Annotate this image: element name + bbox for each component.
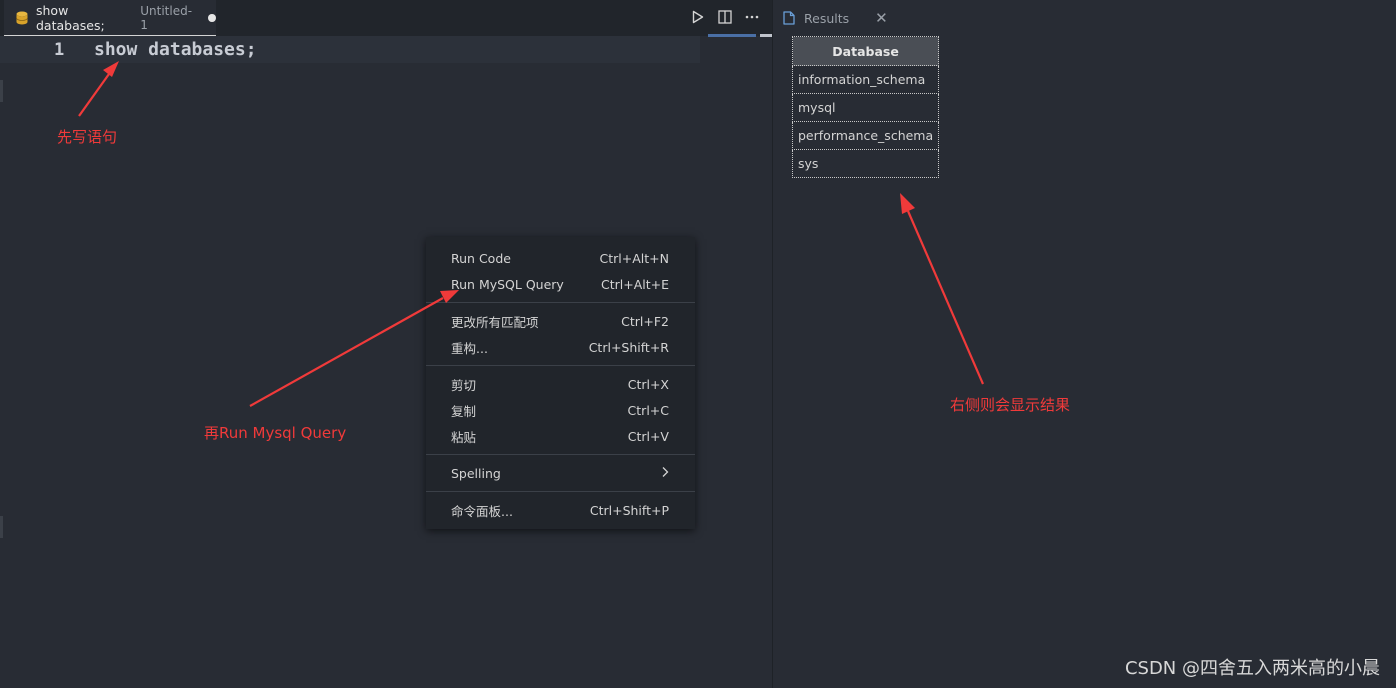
watermark: CSDN @四舍五入两米高的小晨 (1124, 658, 1380, 679)
annotation-label: 再Run Mysql Query (204, 424, 347, 442)
annotation-label: 右侧则会显示结果 (950, 396, 1071, 414)
annotation-arrow (78, 61, 119, 117)
annotation-arrows (78, 61, 985, 407)
annotation-arrow (249, 290, 459, 407)
annotation-arrow (900, 193, 985, 385)
annotation-label: 先写语句 (57, 128, 118, 146)
